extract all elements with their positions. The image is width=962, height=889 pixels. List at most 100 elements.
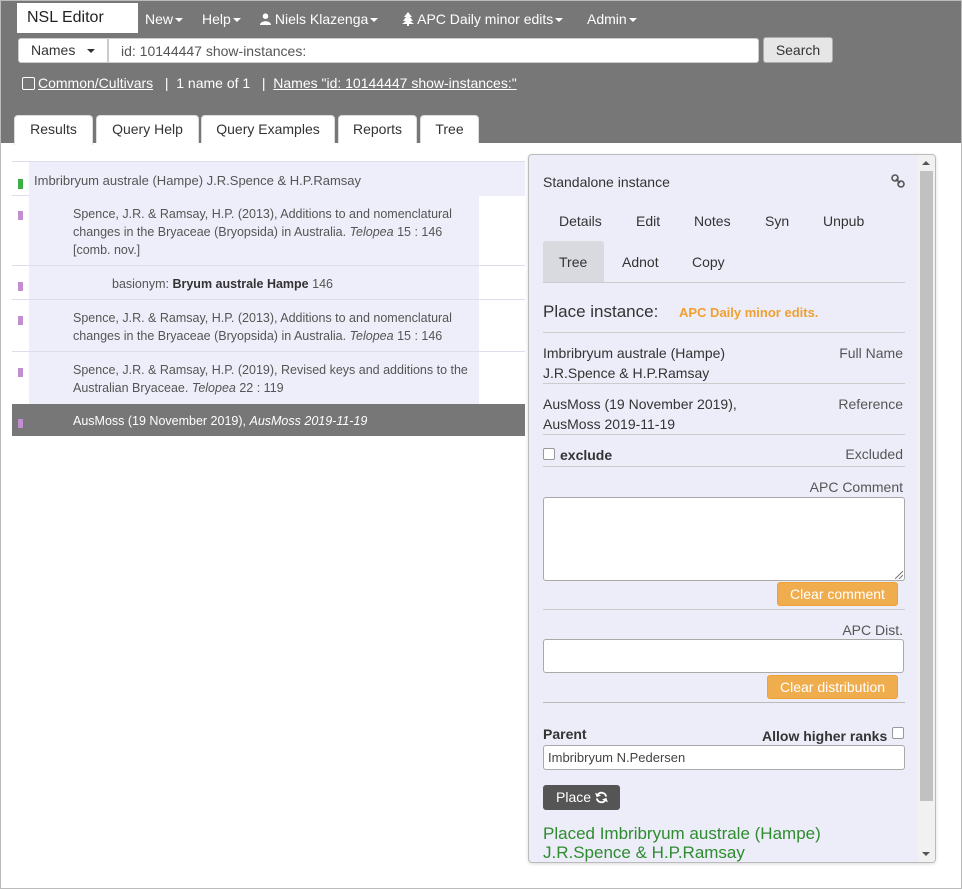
- apc-comment-input[interactable]: [543, 497, 905, 581]
- common-cultivars-link[interactable]: Common/Cultivars: [38, 75, 153, 91]
- instance-reference: Spence, J.R. & Ramsay, H.P. (2013), Addi…: [73, 207, 452, 239]
- instance-row[interactable]: Spence, J.R. & Ramsay, H.P. (2013), Addi…: [12, 196, 525, 266]
- search-type-select[interactable]: Names: [18, 38, 108, 63]
- brand-logo[interactable]: NSL Editor: [17, 3, 138, 33]
- exclude-label: exclude: [560, 447, 613, 463]
- separator: |: [261, 75, 266, 91]
- instance-marker-icon: [18, 316, 23, 325]
- full-name-line1: Imbribryum australe (Hampe): [543, 345, 726, 361]
- search-button[interactable]: Search: [763, 37, 833, 63]
- menu-user[interactable]: Niels Klazenga: [260, 1, 379, 37]
- place-button[interactable]: Place: [543, 785, 620, 810]
- clear-distribution-button[interactable]: Clear distribution: [767, 675, 898, 699]
- tab-query-examples[interactable]: Query Examples: [201, 115, 335, 143]
- top-navbar: NSL Editor New Help Niels Klazenga APC D…: [1, 1, 961, 145]
- instance-text: Spence, J.R. & Ramsay, H.P. (2013), Addi…: [29, 196, 479, 265]
- instance-text: AusMoss (19 November 2019), AusMoss 2019…: [73, 412, 367, 430]
- tab-reports[interactable]: Reports: [338, 115, 417, 143]
- menu-new-label: New: [145, 11, 174, 27]
- subtab-tree: Tree: [559, 254, 588, 270]
- basionym-page: 146: [312, 277, 333, 291]
- exclude-checkbox[interactable]: [543, 448, 555, 460]
- name-row[interactable]: Imbribryum australe (Hampe) J.R.Spence &…: [12, 161, 525, 196]
- divider: [543, 466, 905, 467]
- checkbox-icon[interactable]: [22, 77, 35, 90]
- allow-higher-ranks-checkbox[interactable]: [892, 727, 904, 739]
- chevron-down-icon: [555, 18, 564, 23]
- scroll-up-icon[interactable]: [922, 161, 930, 165]
- user-icon: [260, 13, 271, 25]
- menu-tree-label: APC Daily minor edits: [417, 11, 554, 27]
- menu-tree[interactable]: APC Daily minor edits: [402, 1, 564, 37]
- instance-reference: Spence, J.R. & Ramsay, H.P. (2013), Addi…: [73, 311, 452, 343]
- apc-dist-label: APC Dist.: [842, 622, 903, 638]
- selected-instance-row[interactable]: AusMoss (19 November 2019), AusMoss 2019…: [12, 404, 525, 436]
- instance-row[interactable]: Spence, J.R. & Ramsay, H.P. (2019), Revi…: [12, 352, 525, 404]
- subtab-notes[interactable]: Notes: [694, 213, 731, 229]
- search-type-value: Names: [31, 42, 76, 58]
- menu-admin-label: Admin: [587, 11, 627, 27]
- full-name-line2: J.R.Spence & H.P.Ramsay: [543, 365, 710, 381]
- subtab-syn[interactable]: Syn: [765, 213, 789, 229]
- basionym-row[interactable]: basionym: Bryum australe Hampe 146: [12, 266, 525, 300]
- instance-marker-icon: [18, 368, 23, 377]
- basionym-text: basionym: Bryum australe Hampe 146: [29, 266, 479, 299]
- place-button-label: Place: [556, 789, 592, 805]
- tab-tree[interactable]: Tree: [420, 115, 479, 143]
- chevron-down-icon: [370, 18, 379, 23]
- instance-text: Spence, J.R. & Ramsay, H.P. (2013), Addi…: [29, 300, 479, 351]
- detail-panel: Standalone instance Details Edit Notes S…: [528, 154, 936, 863]
- menu-help-label: Help: [202, 11, 231, 27]
- link-icon[interactable]: [891, 174, 905, 188]
- subtab-details[interactable]: Details: [559, 213, 602, 229]
- chevron-down-icon: [232, 18, 241, 23]
- chevron-down-icon: [87, 49, 95, 53]
- reference-line1: AusMoss (19 November 2019),: [543, 396, 737, 412]
- subtab-edit[interactable]: Edit: [636, 213, 660, 229]
- instance-journal: Telopea: [191, 381, 236, 395]
- instance-page: 15 : 146: [397, 329, 443, 343]
- instance-reference: AusMoss (19 November 2019),: [73, 414, 246, 428]
- basionym-label: basionym:: [112, 277, 169, 291]
- reference-label: Reference: [838, 396, 903, 412]
- divider: [543, 332, 905, 333]
- names-query-link[interactable]: Names "id: 10144447 show-instances:": [273, 75, 516, 91]
- place-instance-heading: Place instance:: [543, 302, 659, 321]
- instance-journal: Telopea: [349, 225, 394, 239]
- placed-message-line2: J.R.Spence & H.P.Ramsay: [543, 843, 745, 862]
- resize-handle-icon[interactable]: [895, 571, 903, 579]
- refresh-icon: [595, 791, 608, 804]
- menu-new[interactable]: New: [145, 1, 184, 37]
- scrollbar[interactable]: [918, 155, 935, 862]
- result-count: 1 name of 1: [176, 75, 251, 91]
- scroll-down-icon[interactable]: [922, 852, 930, 856]
- apc-comment-label: APC Comment: [809, 479, 903, 495]
- tab-results[interactable]: Results: [14, 115, 93, 145]
- search-input[interactable]: [108, 38, 759, 63]
- parent-input[interactable]: [543, 745, 905, 770]
- separator: |: [164, 75, 169, 91]
- divider: [543, 383, 905, 384]
- menu-admin[interactable]: Admin: [587, 1, 637, 37]
- menu-help[interactable]: Help: [202, 1, 241, 37]
- name-marker-icon: [18, 179, 23, 189]
- scroll-thumb[interactable]: [920, 171, 933, 801]
- clear-comment-button[interactable]: Clear comment: [777, 582, 898, 606]
- basionym-name: Bryum australe Hampe: [172, 277, 309, 291]
- instance-row[interactable]: Spence, J.R. & Ramsay, H.P. (2013), Addi…: [12, 300, 525, 352]
- instance-journal: Telopea: [349, 329, 394, 343]
- divider: [543, 434, 905, 435]
- excluded-label: Excluded: [845, 446, 903, 462]
- subtab-copy[interactable]: Copy: [692, 254, 725, 270]
- menu-user-label: Niels Klazenga: [274, 11, 369, 27]
- apc-dist-input[interactable]: [543, 639, 904, 673]
- subtab-unpub[interactable]: Unpub: [823, 213, 864, 229]
- search-info-line: Common/Cultivars | 1 name of 1 | Names "…: [22, 74, 517, 92]
- subtab-tree-active[interactable]: Tree: [543, 241, 604, 282]
- subtab-adnot[interactable]: Adnot: [622, 254, 659, 270]
- full-name-label: Full Name: [839, 345, 903, 361]
- panel-title: Standalone instance: [543, 174, 670, 190]
- tab-query-help[interactable]: Query Help: [96, 115, 199, 143]
- chevron-down-icon: [175, 18, 184, 23]
- instance-marker-icon: [18, 211, 23, 220]
